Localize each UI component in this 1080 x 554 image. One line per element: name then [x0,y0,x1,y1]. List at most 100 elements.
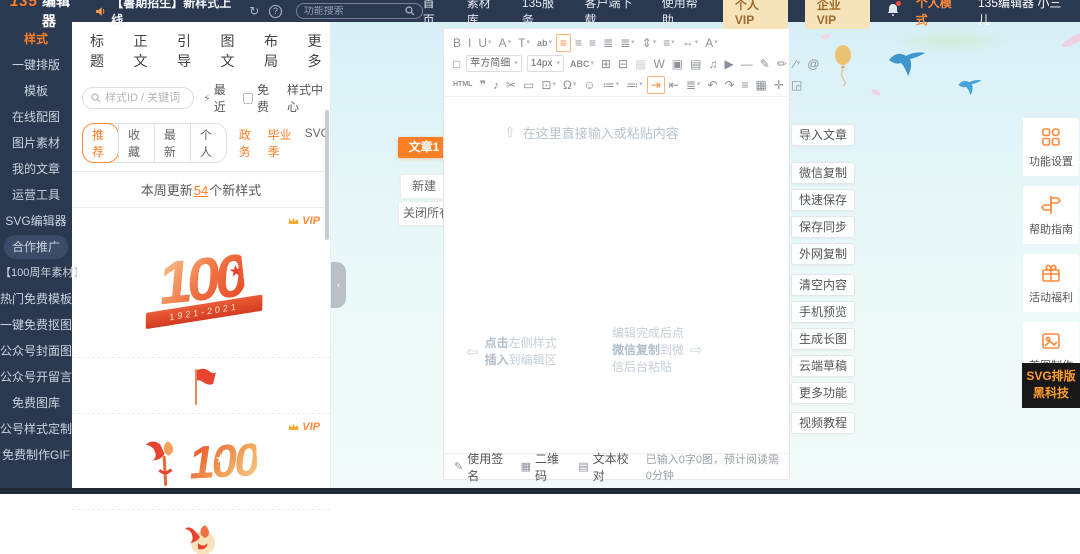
style-item-torch-flame[interactable] [72,510,330,554]
align-left-icon[interactable]: ≡ [556,34,571,52]
filter-pill-1[interactable]: 收藏 [118,124,154,162]
audio-note-icon[interactable]: ♪ [490,76,502,94]
sidebar-item-10[interactable]: 热门免费模板 [0,286,72,312]
action-button-手机预览[interactable]: 手机预览 [791,301,855,323]
function-search-input[interactable] [304,6,400,17]
style-tab-3[interactable]: 图文 [221,31,244,71]
notification-bell[interactable] [887,3,899,19]
style-tab-2[interactable]: 引导 [177,31,200,71]
sidebar-item-3[interactable]: 在线配图 [0,104,72,130]
emoji-icon[interactable]: ☺ [580,76,598,94]
sidebar-item-12[interactable]: 公众号封面图 [0,338,72,364]
clear-empty-lines-icon[interactable]: ≡ [739,76,752,94]
action-button-快速保存[interactable]: 快速保存 [791,189,855,211]
style-item-100-with-flag[interactable]: VIP 100★ [72,414,330,510]
rail-card-功能设置[interactable]: 功能设置 [1023,118,1079,176]
mode-toggle[interactable]: 个人模式 [916,0,961,28]
panel-collapse-handle[interactable]: ‹ [331,262,346,308]
fullscreen-icon[interactable]: ◲ [788,76,805,94]
style-search[interactable] [82,87,194,109]
style-tab-1[interactable]: 正文 [134,31,157,71]
locked-feature-icon[interactable]: ▦ [632,55,649,73]
style-panel-scrollbar[interactable] [325,110,329,240]
personal-vip-button[interactable]: 个人VIP [723,0,788,29]
top-nav-item-1[interactable]: 素材库 [467,0,500,28]
recent-filter[interactable]: ⚡ 最近 [203,81,234,115]
insert-file-icon[interactable]: ⊡▾ [538,76,559,94]
style-tab-0[interactable]: 标题 [90,31,113,71]
sidebar-item-6[interactable]: 运营工具 [0,182,72,208]
top-nav-item-3[interactable]: 客户端下载 [584,0,639,28]
blockquote-icon[interactable]: ❞ [476,76,488,94]
enterprise-vip-button[interactable]: 企业VIP [805,0,870,29]
line-height-icon[interactable]: ≡▾ [660,34,678,52]
action-button-微信复制[interactable]: 微信复制 [791,162,855,184]
strikethrough-icon[interactable]: ∕▾ [791,55,804,73]
outdent-2em-icon[interactable]: ⇤ [666,76,682,94]
sidebar-item-15[interactable]: 公号样式定制 [0,416,72,442]
new-doc-icon[interactable]: □ [450,55,463,73]
action-button-云端草稿[interactable]: 云端草稿 [791,355,855,377]
style-item-party-100th-emblem[interactable]: VIP 100★ 1921-2021 [72,208,330,358]
qrcode-button[interactable]: ▦ 二维码 [521,450,563,484]
paragraph-format-icon[interactable]: ≣▾ [617,34,638,52]
image-gallery-icon[interactable]: ▤ [687,55,704,73]
list-style-icon[interactable]: ≔▾ [600,76,623,94]
bold-icon[interactable]: B [450,34,464,52]
divider-style-icon[interactable]: ≕▾ [623,76,646,94]
sidebar-item-16[interactable]: 免费制作GIF [0,442,72,468]
font-family-select[interactable]: 苹方简细▾ [466,55,522,72]
editor-content-area[interactable]: ⇧ 在这里直接输入或粘贴内容 ⇦ 点击左侧样式 插入到编辑区 编辑完成后点 微信… [444,97,789,455]
table-border-icon[interactable]: ▦ [753,76,770,94]
undo-icon[interactable]: ↶ [704,76,720,94]
format-painter-icon[interactable]: ✏ [774,55,790,73]
italic-icon[interactable]: I [465,34,474,52]
sidebar-item-9[interactable]: 【100周年素材】 [0,260,72,286]
filter-pill-3[interactable]: 个人 [190,124,226,162]
sidebar-item-1[interactable]: 一键排版 [0,52,72,78]
letter-spacing-icon[interactable]: ⇔▾ [679,34,702,52]
style-search-input[interactable] [105,92,185,104]
free-filter[interactable]: 免费 [243,81,278,115]
unlink-icon[interactable]: ✂ [503,76,519,94]
insert-template-icon[interactable]: ⊟ [615,55,631,73]
refresh-icon[interactable]: ↻ [249,4,259,18]
font-color-icon[interactable]: A▾ [496,34,515,52]
para-spacing-icon[interactable]: ≣▾ [683,76,704,94]
action-button-生成长图[interactable]: 生成长图 [791,328,855,350]
action-button-视频教程[interactable]: 视频教程 [791,412,855,434]
insert-hr-icon[interactable]: — [738,55,756,73]
import-word-icon[interactable]: W [650,55,667,73]
tag-link-0[interactable]: 政务 [239,126,256,160]
spell-check-icon[interactable]: ABC▾ [567,55,597,73]
style-item-red-flag[interactable] [72,358,330,414]
sidebar-item-5[interactable]: 我的文章 [0,156,72,182]
announcement-link[interactable]: 【暑期招生】新样式上线 [95,0,237,28]
redo-icon[interactable]: ↷ [721,76,737,94]
sidebar-item-4[interactable]: 图片素材 [0,130,72,156]
action-button-更多功能[interactable]: 更多功能 [791,382,855,404]
highlight-color-icon[interactable]: ab▾ [534,34,555,52]
app-logo[interactable]: 135 编辑器 [10,0,81,31]
filter-pill-0[interactable]: 推荐 [82,123,119,163]
top-nav-item-4[interactable]: 使用帮助 [662,0,706,28]
sidebar-item-14[interactable]: 免费图库 [0,390,72,416]
proofread-button[interactable]: ▤ 文本校对 [578,450,630,484]
insert-table-icon[interactable]: ⊞ [598,55,614,73]
help-icon[interactable]: ? [269,5,282,18]
underline-icon[interactable]: U▾ [475,34,494,52]
align-center-icon[interactable]: ≡ [572,34,585,52]
text-style-icon[interactable]: T▾ [515,34,533,52]
action-button-清空内容[interactable]: 清空内容 [791,274,855,296]
function-search[interactable] [296,3,423,19]
insert-card-icon[interactable]: ▭ [520,76,537,94]
svg-typeset-badge[interactable]: SVG排版 黑科技 [1022,363,1080,408]
rail-card-帮助指南[interactable]: 帮助指南 [1023,186,1079,244]
sidebar-item-8[interactable]: 合作推广 [4,235,68,259]
paragraph-margin-icon[interactable]: ⇕▾ [639,34,660,52]
style-center-link[interactable]: 样式中心 [287,81,330,115]
filter-pill-2[interactable]: 最新 [154,124,190,162]
insert-image-icon[interactable]: ▣ [669,55,686,73]
special-char-icon[interactable]: Ω▾ [560,76,580,94]
top-nav-item-2[interactable]: 135服务 [522,0,563,28]
